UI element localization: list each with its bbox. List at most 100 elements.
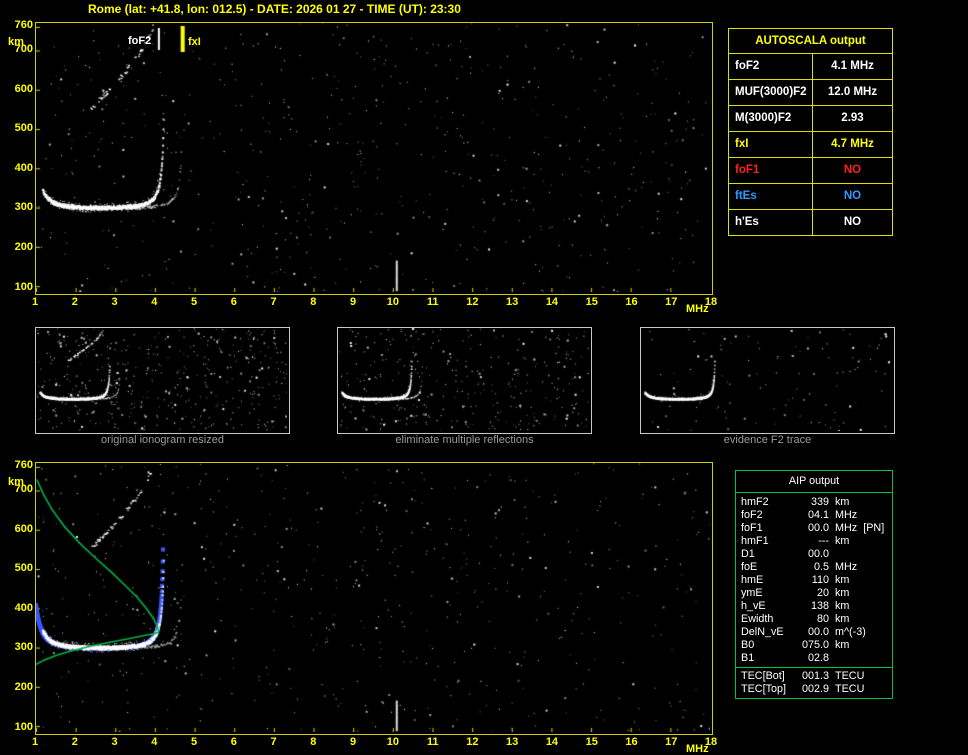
aip-table-header: AIP output: [736, 471, 892, 493]
aip-row-h_vE: h_vE 138 km: [736, 600, 892, 613]
aip-tec-rows: TEC[Bot] 001.3 TECU TEC[Top] 002.9 TECU: [736, 667, 892, 698]
y-tick-label-400: 400: [14, 161, 33, 174]
x-tick-label-9: 9: [350, 296, 357, 308]
aip-row-foE: foE 0.5 MHz: [736, 561, 892, 574]
autoscala-param-value: NO: [843, 190, 862, 202]
x-axis-unit-label: MHz: [686, 743, 709, 755]
aip-param-unit: km: [835, 587, 850, 599]
autoscala-param-value: 12.0 MHz: [827, 86, 878, 98]
y-tick-label-300: 300: [14, 641, 33, 654]
aip-param-name: B0: [741, 639, 755, 651]
x-tick-label-16: 16: [625, 296, 638, 308]
autoscala-param-name: h'Es: [729, 210, 813, 235]
aip-param-value: 00.0: [807, 522, 829, 534]
autoscala-row-foF1: foF1 NO: [729, 158, 892, 184]
aip-param-value: 138: [810, 600, 829, 612]
aip-row-hmE: hmE 110 km: [736, 574, 892, 587]
y-tick-label-100: 100: [14, 280, 33, 293]
autoscala-row-ftEs: ftEs NO: [729, 184, 892, 210]
x-tick-label-9: 9: [350, 736, 357, 748]
x-tick-label-3: 3: [111, 736, 118, 748]
profile-ionogram-plot: [35, 462, 713, 735]
thumbnail-original-ionogram: [35, 327, 290, 434]
aip-param-name: D1: [741, 548, 755, 560]
aip-tec-row-TEC[Bot]: TEC[Bot] 001.3 TECU: [736, 670, 892, 683]
x-tick-label-5: 5: [190, 296, 198, 308]
y-tick-label-200: 200: [14, 681, 33, 693]
aip-param-value: 00.0: [807, 626, 829, 638]
autoscala-param-name: MUF(3000)F2: [729, 80, 813, 105]
autoscala-param-value: 2.93: [841, 112, 864, 124]
aip-param-name: TEC[Top]: [741, 683, 787, 695]
thumbnail-caption-f2trace: evidence F2 trace: [723, 434, 812, 446]
aip-param-unit: [829, 652, 835, 665]
x-tick-label-14: 14: [545, 736, 559, 748]
autoscala-param-name: ftEs: [729, 184, 813, 209]
aip-param-name: hmF1: [741, 535, 769, 547]
fxI-marker-label: fxI: [188, 36, 201, 48]
aip-output-table: AIP output hmF2 339 km foF2 04.1 MHz foF1 00.0 M…: [735, 470, 893, 699]
y-tick-label-100: 100: [14, 720, 33, 733]
y-tick-label-600: 600: [14, 522, 33, 535]
x-tick-label-13: 13: [506, 296, 519, 308]
aip-param-name: hmF2: [741, 496, 769, 508]
x-tick-label-13: 13: [506, 736, 519, 748]
y-axis-unit-label: km: [8, 36, 24, 48]
aip-param-unit: km: [835, 639, 850, 651]
aip-param-value: 110: [811, 574, 829, 586]
y-tick-label-760: 760: [14, 459, 33, 472]
aip-param-name: foF1: [741, 522, 763, 534]
aip-row-hmF2: hmF2 339 km: [736, 496, 892, 509]
x-tick-label-6: 6: [230, 296, 237, 308]
x-tick-label-12: 12: [466, 736, 479, 748]
aip-param-value: 0.5: [813, 561, 829, 573]
x-tick-label-8: 8: [310, 296, 317, 308]
aip-param-name: foF2: [741, 509, 763, 521]
autoscala-application-window: Rome (lat: +41.8, lon: 012.5) - DATE: 20…: [0, 0, 968, 755]
aip-table-body: hmF2 339 km foF2 04.1 MHz foF1 00.0 MHz [PN] hmF1 -…: [736, 493, 892, 667]
aip-param-name: DelN_vE: [741, 626, 784, 638]
autoscala-table-header: AUTOSCALA output: [729, 29, 892, 54]
thumbnail-caption-reflections: eliminate multiple reflections: [395, 434, 534, 446]
aip-row-D1: D1 00.0: [736, 548, 892, 561]
x-tick-label-11: 11: [426, 296, 439, 308]
autoscala-param-value: 4.1 MHz: [831, 60, 874, 72]
autoscala-row-foF2: foF2 4.1 MHz: [729, 54, 892, 80]
aip-row-B1: B1 02.8: [736, 652, 892, 665]
aip-param-unit: MHz: [835, 561, 858, 573]
aip-param-unit: MHz: [835, 509, 858, 521]
aip-row-DelN_vE: DelN_vE 00.0 m^(-3): [736, 626, 892, 639]
x-tick-label-17: 17: [665, 296, 678, 308]
thumbnail-multiple-reflections-removed: [337, 327, 592, 434]
x-tick-label-3: 3: [111, 296, 118, 308]
aip-param-value: 075.0: [801, 639, 829, 651]
autoscala-param-name: M(3000)F2: [729, 106, 813, 131]
x-tick-label-7: 7: [270, 736, 277, 748]
aip-param-value: 339: [810, 496, 829, 508]
x-tick-label-4: 4: [151, 296, 158, 308]
aip-param-unit: km: [835, 574, 850, 586]
autoscala-param-value: 4.7 MHz: [831, 138, 874, 150]
aip-param-name: TEC[Bot]: [741, 670, 785, 682]
autoscala-param-name: foF1: [729, 158, 813, 183]
y-tick-label-200: 200: [14, 241, 33, 253]
autoscala-row-MUF(3000)F2: MUF(3000)F2 12.0 MHz: [729, 80, 892, 106]
thumbnail-caption-original: original ionogram resized: [101, 434, 224, 446]
aip-param-name: foE: [741, 561, 758, 573]
aip-param-unit: km: [835, 535, 850, 547]
x-tick-label-15: 15: [585, 296, 598, 308]
x-tick-label-4: 4: [151, 736, 158, 748]
thumbnail-f2-trace-evidence: [640, 327, 895, 434]
aip-param-unit: km: [835, 600, 850, 612]
aip-row-foF1: foF1 00.0 MHz [PN]: [736, 522, 892, 535]
x-tick-label-14: 14: [545, 296, 559, 308]
aip-param-unit: TECU: [835, 670, 865, 682]
x-tick-label-11: 11: [426, 736, 439, 748]
profile-ionogram-canvas: [36, 463, 710, 732]
aip-param-name: B1: [741, 652, 755, 664]
ionogram-echo-canvas: [36, 23, 710, 292]
aip-param-value: 001.3: [801, 670, 829, 682]
autoscala-param-name: fxI: [729, 132, 813, 157]
x-tick-label-8: 8: [310, 736, 317, 748]
y-tick-label-500: 500: [14, 562, 33, 575]
